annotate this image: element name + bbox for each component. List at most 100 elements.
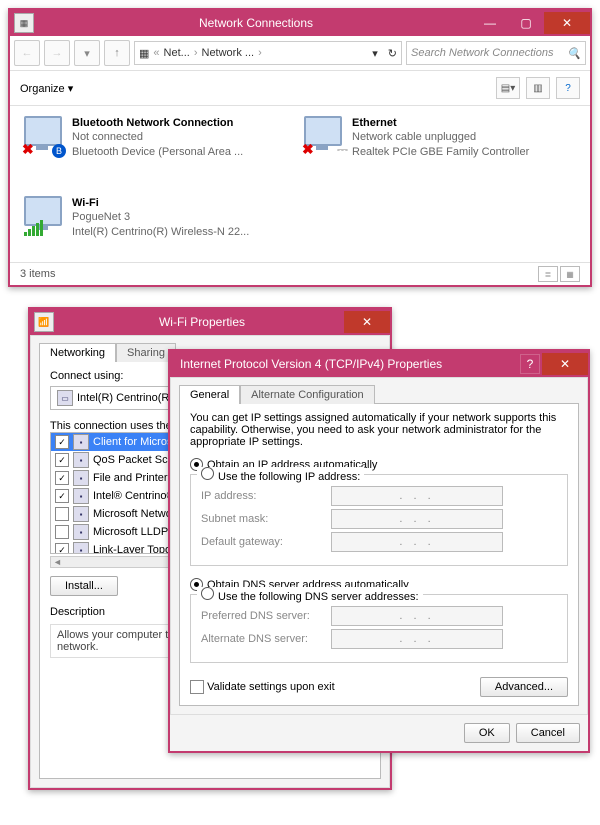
connection-wifi[interactable]: Wi-Fi PogueNet 3 Intel(R) Centrino(R) Wi… (24, 196, 284, 256)
connection-name: Ethernet (352, 116, 529, 130)
breadcrumb-part[interactable]: Network ... (202, 47, 255, 59)
radio-icon[interactable] (201, 587, 214, 600)
search-placeholder: Search Network Connections (411, 47, 553, 59)
adapter-name: Intel(R) Centrino(R (77, 392, 169, 404)
radio-use-ip[interactable]: Use the following IP address: (218, 471, 360, 483)
nav-toolbar: ← → ▾ ↑ ▦ « Net... › Network ... › ▾ ↻ S… (10, 36, 590, 71)
breadcrumb-root-icon: ▦ (139, 47, 149, 60)
error-x-icon: ✖ (302, 141, 314, 158)
connection-name: Bluetooth Network Connection (72, 116, 243, 130)
connection-name: Wi-Fi (72, 196, 249, 210)
checkbox-icon[interactable] (55, 525, 69, 539)
details-pane-button[interactable]: ▥ (526, 77, 550, 99)
back-button[interactable]: ← (14, 40, 40, 66)
breadcrumb[interactable]: ▦ « Net... › Network ... › ▾ ↻ (134, 41, 402, 65)
checkbox-icon (190, 680, 204, 694)
static-ip-group: Use the following IP address: IP address… (190, 474, 568, 566)
icons-view-button[interactable]: ▦ (560, 266, 580, 282)
ok-button[interactable]: OK (464, 723, 510, 743)
app-icon: ▦ (14, 13, 34, 33)
component-label: File and Printer (93, 472, 168, 484)
view-switcher: ≣ ▦ (538, 266, 580, 282)
window-title: Network Connections (40, 16, 472, 30)
close-button[interactable]: ✕ (344, 311, 390, 333)
connection-status: Network cable unplugged (352, 130, 529, 144)
error-x-icon: ✖ (22, 141, 34, 158)
connection-status: PogueNet 3 (72, 210, 249, 224)
adapter-icon: 📶 (34, 312, 54, 332)
plug-icon: ⎓ (337, 141, 348, 158)
bluetooth-connection-icon: ✖B (24, 116, 64, 156)
component-label: QoS Packet Sc (93, 454, 168, 466)
item-count: 3 items (20, 268, 55, 280)
gateway-field[interactable]: . . . (331, 532, 503, 552)
titlebar[interactable]: Internet Protocol Version 4 (TCP/IPv4) P… (170, 351, 588, 377)
static-dns-group: Use the following DNS server addresses: … (190, 594, 568, 663)
tab-alternate[interactable]: Alternate Configuration (240, 385, 375, 404)
dropdown-icon[interactable]: ▾ (372, 47, 378, 60)
breadcrumb-part[interactable]: Net... (164, 47, 190, 59)
radio-icon[interactable] (201, 467, 214, 480)
component-icon: ▪ (73, 506, 89, 522)
help-button[interactable]: ? (556, 77, 580, 99)
forward-button[interactable]: → (44, 40, 70, 66)
details-view-button[interactable]: ≣ (538, 266, 558, 282)
window-buttons: — ▢ ✕ (472, 12, 590, 34)
network-connections-window: ▦ Network Connections — ▢ ✕ ← → ▾ ↑ ▦ « … (8, 8, 592, 287)
validate-checkbox[interactable]: Validate settings upon exit (190, 680, 335, 694)
checkbox-icon[interactable]: ✓ (55, 435, 69, 449)
checkbox-icon[interactable]: ✓ (55, 453, 69, 467)
window-title: Internet Protocol Version 4 (TCP/IPv4) P… (174, 357, 520, 371)
minimize-button[interactable]: — (472, 12, 508, 34)
component-icon: ▪ (73, 452, 89, 468)
window-title: Wi-Fi Properties (60, 315, 344, 329)
radio-use-dns[interactable]: Use the following DNS server addresses: (218, 591, 419, 603)
connection-status: Not connected (72, 130, 243, 144)
install-button[interactable]: Install... (50, 576, 118, 596)
close-button[interactable]: ✕ (544, 12, 590, 34)
checkbox-icon[interactable] (55, 507, 69, 521)
titlebar[interactable]: 📶 Wi-Fi Properties ✕ (30, 309, 390, 335)
tab-networking[interactable]: Networking (39, 343, 116, 362)
pdns-field[interactable]: . . . (331, 606, 503, 626)
chevron-icon: › (258, 47, 262, 59)
adns-label: Alternate DNS server: (201, 633, 331, 645)
component-label: Link-Layer Topo (93, 544, 171, 554)
ip-field[interactable]: . . . (331, 486, 503, 506)
mask-field[interactable]: . . . (331, 509, 503, 529)
ipv4-properties-window: Internet Protocol Version 4 (TCP/IPv4) P… (168, 349, 590, 753)
tab-sharing[interactable]: Sharing (116, 343, 176, 362)
component-icon: ▪ (73, 470, 89, 486)
chevron-icon: › (194, 47, 198, 59)
pdns-label: Preferred DNS server: (201, 610, 331, 622)
close-button[interactable]: ✕ (542, 353, 588, 375)
recent-button[interactable]: ▾ (74, 40, 100, 66)
checkbox-icon[interactable]: ✓ (55, 489, 69, 503)
connection-device: Intel(R) Centrino(R) Wireless-N 22... (72, 225, 249, 239)
connection-ethernet[interactable]: ✖⎓ Ethernet Network cable unplugged Real… (304, 116, 564, 176)
advanced-button[interactable]: Advanced... (480, 677, 568, 697)
connections-list: ✖B Bluetooth Network Connection Not conn… (10, 106, 590, 262)
wifi-connection-icon (24, 196, 64, 236)
component-label: Microsoft LLDP (93, 526, 168, 538)
cancel-button[interactable]: Cancel (516, 723, 580, 743)
adns-field[interactable]: . . . (331, 629, 503, 649)
status-bar: 3 items ≣ ▦ (10, 262, 590, 285)
titlebar[interactable]: ▦ Network Connections — ▢ ✕ (10, 10, 590, 36)
maximize-button[interactable]: ▢ (508, 12, 544, 34)
organize-menu[interactable]: Organize ▾ (20, 82, 73, 95)
nic-icon: ▭ (57, 390, 73, 406)
up-button[interactable]: ↑ (104, 40, 130, 66)
dialog-buttons: OK Cancel (170, 715, 588, 751)
checkbox-icon[interactable]: ✓ (55, 471, 69, 485)
search-input[interactable]: Search Network Connections 🔍 (406, 41, 586, 65)
refresh-icon[interactable]: ↻ (388, 47, 397, 60)
connection-bluetooth[interactable]: ✖B Bluetooth Network Connection Not conn… (24, 116, 284, 176)
view-menu-button[interactable]: ▤▾ (496, 77, 520, 99)
tab-general[interactable]: General (179, 385, 240, 404)
component-icon: ▪ (73, 524, 89, 540)
connection-device: Bluetooth Device (Personal Area ... (72, 145, 243, 159)
help-button[interactable]: ? (520, 354, 540, 374)
component-icon: ▪ (73, 434, 89, 450)
checkbox-icon[interactable]: ✓ (55, 543, 69, 554)
